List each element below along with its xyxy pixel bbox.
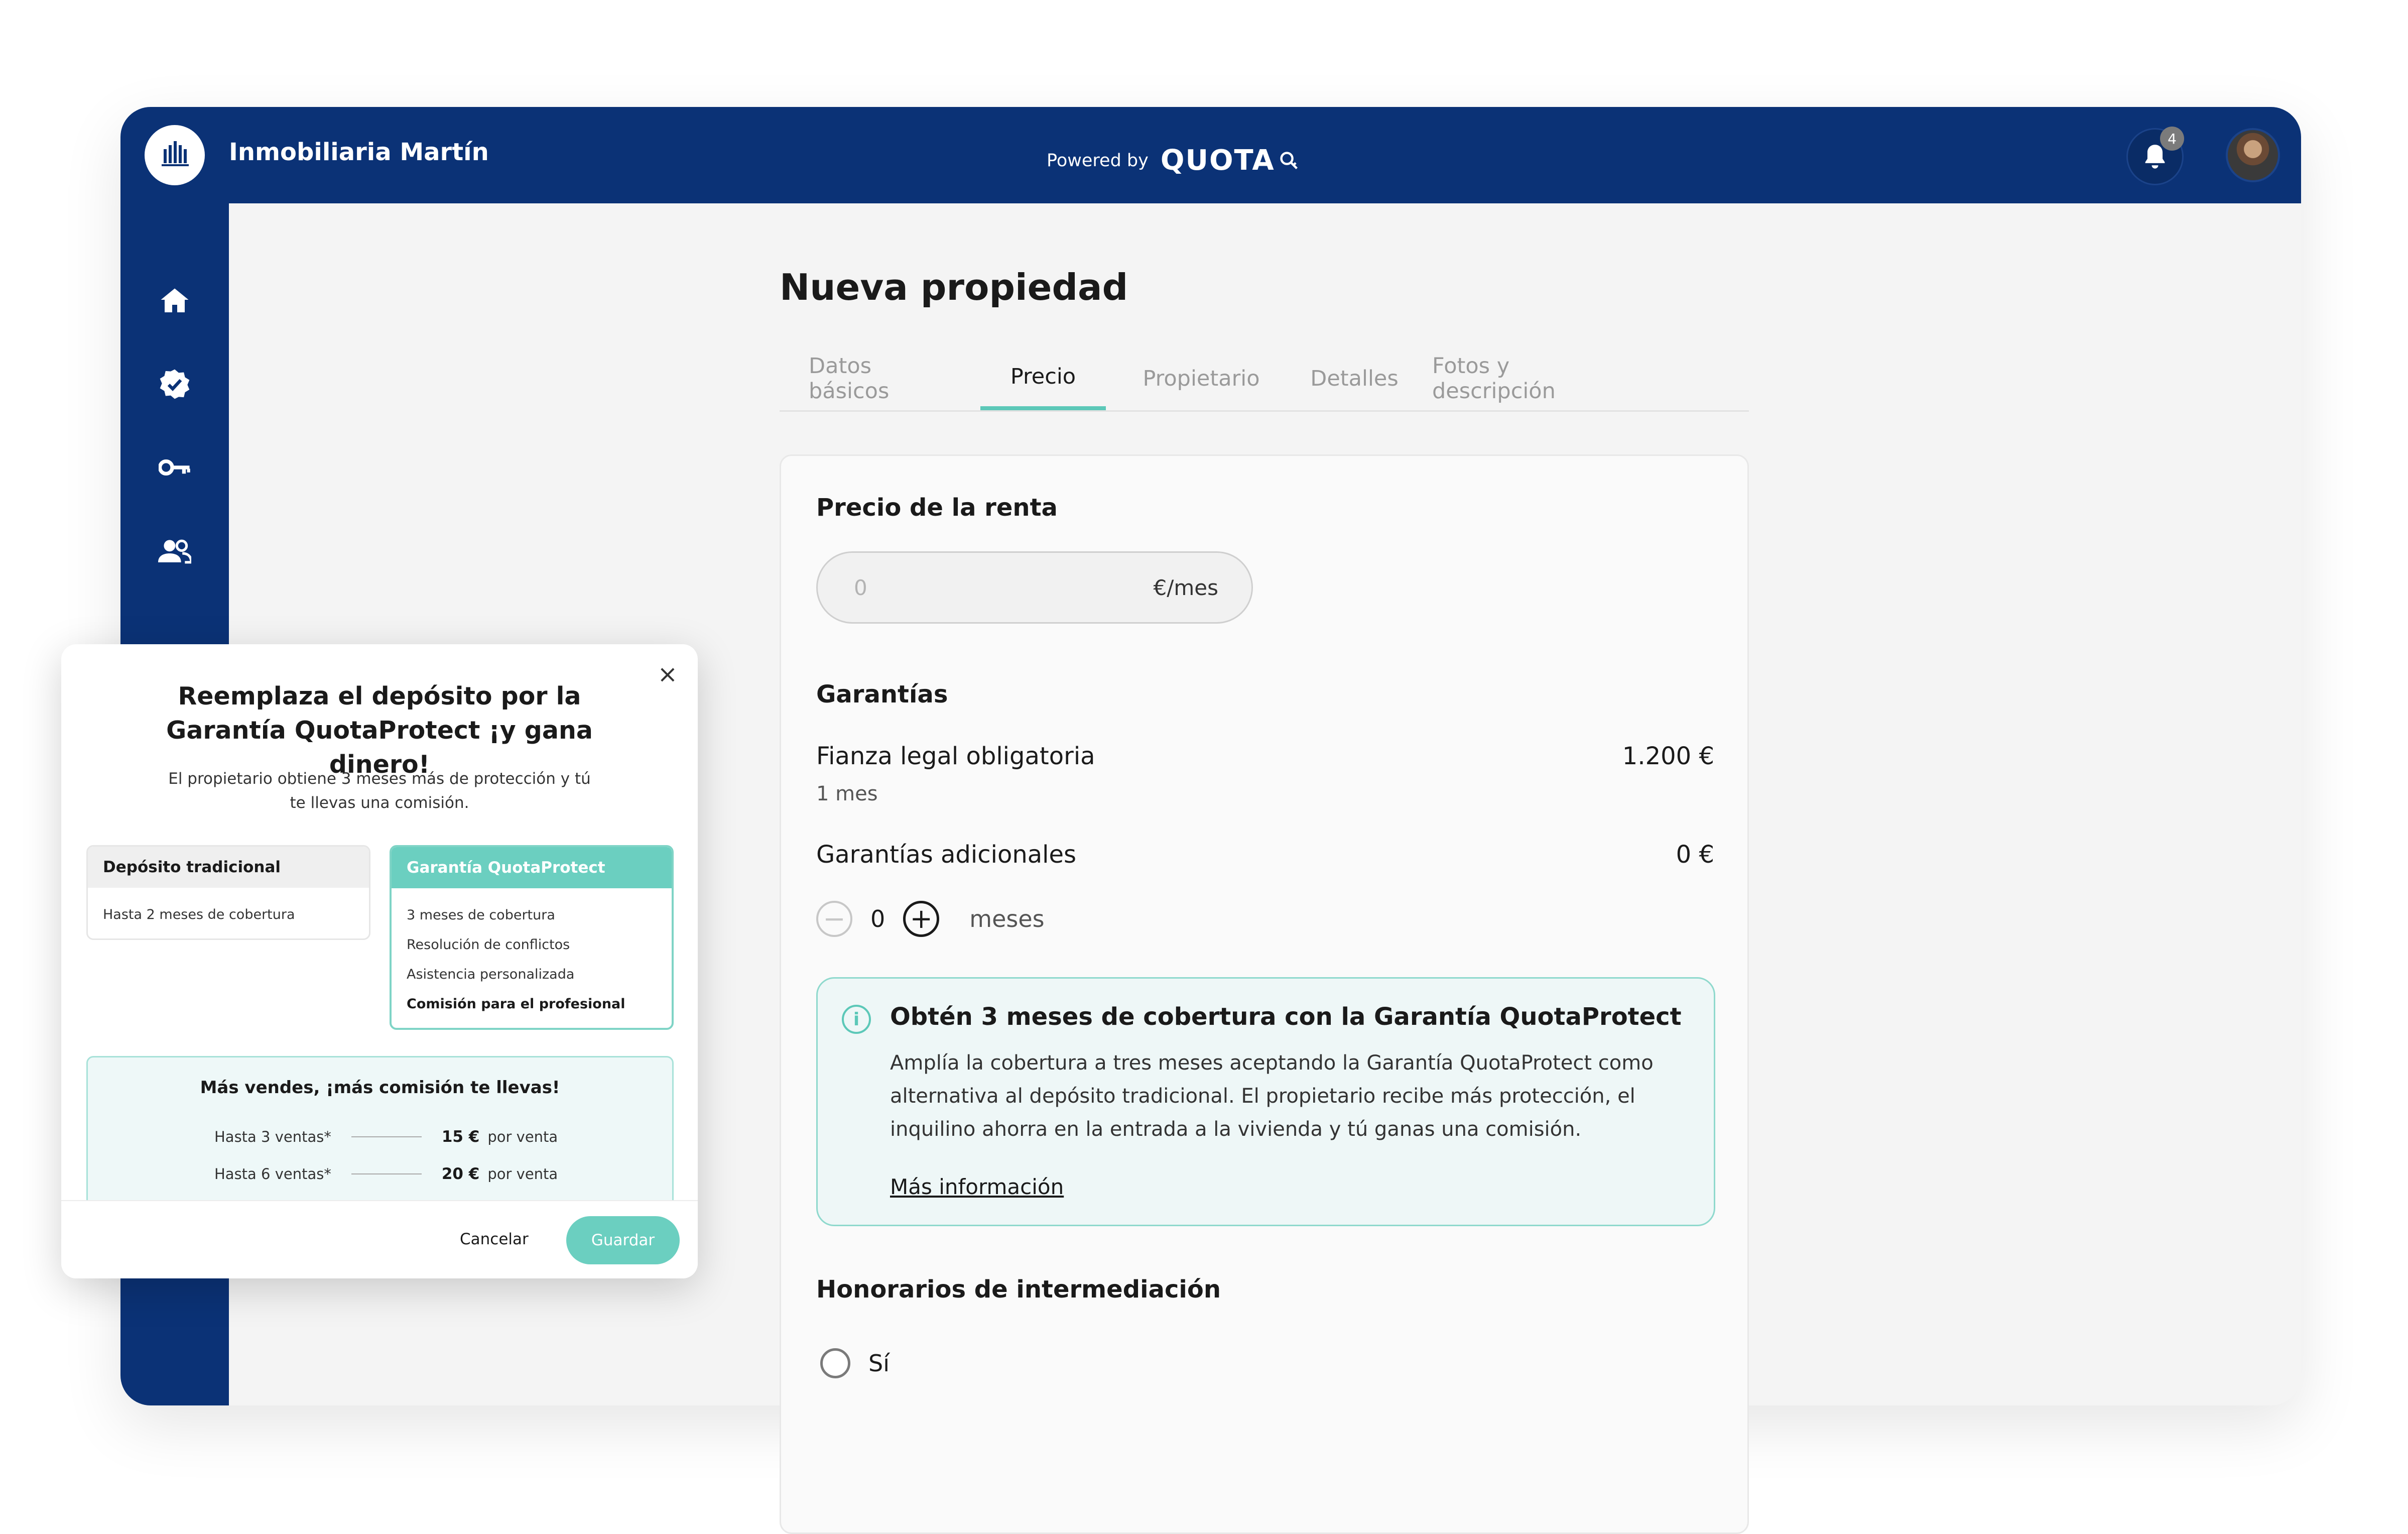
radio-yes[interactable] — [820, 1348, 850, 1378]
rent-price-input[interactable]: 0 €/mes — [816, 551, 1253, 624]
notifications-button[interactable]: 4 — [2126, 127, 2184, 185]
rent-price-value: 0 — [854, 575, 867, 600]
legal-deposit-value: 1.200 € — [1622, 742, 1714, 770]
commission-tier: Hasta 3 ventas* 15 € por venta — [214, 1128, 558, 1146]
tab-basic-data[interactable]: Datos básicos — [809, 346, 929, 410]
increment-button[interactable]: + — [903, 901, 940, 937]
list-item: 3 meses de cobertura — [407, 907, 555, 923]
page-title: Nueva propiedad — [780, 266, 1128, 308]
verified-badge-icon — [160, 369, 190, 399]
list-item: Hasta 2 meses de cobertura — [103, 907, 295, 922]
plus-icon: + — [910, 903, 933, 934]
quotaprotect-modal: × Reemplaza el depósito por la Garantía … — [61, 644, 698, 1278]
close-icon[interactable]: × — [658, 660, 678, 688]
sidebar-item-verified[interactable] — [154, 363, 196, 405]
save-button[interactable]: Guardar — [566, 1216, 680, 1264]
tab-details[interactable]: Detalles — [1297, 346, 1412, 410]
info-text: Amplía la cobertura a tres meses aceptan… — [890, 1051, 1654, 1141]
brand-name: Inmobiliaria Martín — [229, 138, 489, 166]
quotaprotect-list: 3 meses de cobertura Resolución de confl… — [392, 888, 672, 1028]
cancel-button[interactable]: Cancelar — [460, 1230, 529, 1248]
modal-subtitle: El propietario obtiene 3 meses más de pr… — [168, 770, 591, 812]
months-unit: meses — [969, 905, 1045, 932]
months-stepper: − 0 + meses — [816, 901, 1045, 937]
people-icon — [158, 539, 191, 564]
quotaprotect-card: Garantía QuotaProtect 3 meses de cobertu… — [390, 845, 674, 1030]
fees-option-yes[interactable]: Sí — [820, 1348, 890, 1378]
commission-tier: Hasta 6 ventas* 20 € por venta — [214, 1165, 558, 1183]
tier-amount: 15 € — [441, 1128, 480, 1146]
tab-bar: Datos básicos Precio Propietario Detalle… — [780, 346, 1749, 412]
powered-by: Powered by QUOTA — [1047, 144, 1300, 177]
building-logo-icon — [162, 141, 189, 166]
traditional-deposit-title: Depósito tradicional — [88, 847, 369, 888]
radio-yes-label: Sí — [868, 1350, 890, 1377]
notifications-badge: 4 — [2160, 127, 2184, 151]
list-item: Comisión para el profesional — [407, 996, 625, 1012]
rent-price-unit: €/mes — [1153, 575, 1218, 600]
tier-divider — [351, 1136, 422, 1137]
quota-logo: QUOTA — [1161, 144, 1300, 177]
key-search-icon — [1280, 151, 1298, 169]
tier-amount: 20 € — [441, 1165, 480, 1183]
legal-deposit-label: Fianza legal obligatoria — [816, 742, 1095, 770]
additional-guarantees-value: 0 € — [1676, 841, 1714, 869]
fees-heading: Honorarios de intermediación — [816, 1275, 1221, 1304]
additional-guarantees-label: Garantías adicionales — [816, 841, 1077, 869]
list-item: Asistencia personalizada — [407, 967, 575, 982]
commission-box: Más vendes, ¡más comisión te llevas! Has… — [86, 1056, 674, 1217]
guarantees-heading: Garantías — [816, 680, 948, 709]
tier-unit: por venta — [487, 1128, 558, 1145]
info-icon: i — [842, 1005, 871, 1034]
brand-logo[interactable] — [145, 125, 205, 185]
list-item: Resolución de conflictos — [407, 937, 570, 953]
minus-icon: − — [823, 903, 846, 934]
quotaprotect-info-box: i Obtén 3 meses de cobertura con la Gara… — [816, 977, 1715, 1226]
tier-label: Hasta 3 ventas* — [214, 1128, 331, 1145]
sidebar-item-people[interactable] — [154, 530, 196, 572]
commission-title: Más vendes, ¡más comisión te llevas! — [200, 1078, 560, 1098]
quotaprotect-title: Garantía QuotaProtect — [392, 847, 672, 888]
sidebar-item-keys[interactable] — [154, 446, 196, 489]
tier-label: Hasta 6 ventas* — [214, 1165, 331, 1183]
price-form-card: Precio de la renta 0 €/mes Garantías Fia… — [780, 454, 1749, 1534]
tier-unit: por venta — [487, 1165, 558, 1183]
tab-photos-description[interactable]: Fotos y descripción — [1432, 346, 1633, 410]
legal-deposit-months: 1 mes — [816, 782, 878, 805]
info-title: Obtén 3 meses de cobertura con la Garant… — [890, 1003, 1682, 1031]
decrement-button[interactable]: − — [816, 901, 852, 937]
traditional-deposit-card: Depósito tradicional Hasta 2 meses de co… — [86, 845, 370, 940]
months-count: 0 — [870, 905, 885, 932]
modal-footer: Cancelar Guardar — [61, 1200, 698, 1278]
tab-price[interactable]: Precio — [980, 346, 1106, 410]
more-info-link[interactable]: Más información — [890, 1174, 1064, 1199]
user-avatar[interactable] — [2226, 128, 2280, 182]
tab-owner[interactable]: Propietario — [1126, 346, 1277, 410]
powered-by-label: Powered by — [1047, 150, 1149, 171]
tier-divider — [351, 1173, 422, 1174]
home-icon — [161, 288, 189, 312]
top-bar: Inmobiliaria Martín Powered by QUOTA 4 — [120, 107, 2301, 203]
sidebar-item-home[interactable] — [154, 279, 196, 321]
quota-logo-text: QUOTA — [1160, 144, 1275, 177]
key-icon — [159, 459, 190, 476]
traditional-deposit-list: Hasta 2 meses de cobertura — [88, 888, 369, 938]
price-heading: Precio de la renta — [816, 494, 1058, 522]
